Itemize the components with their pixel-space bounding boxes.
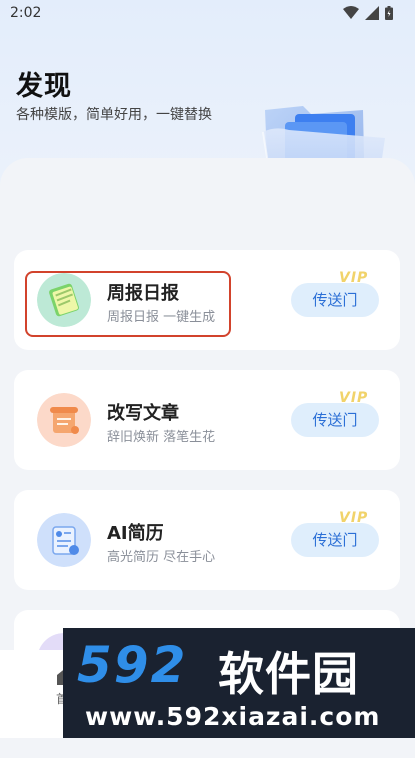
card-description: 辞旧焕新 落笔生花 (107, 430, 216, 445)
card-description: 高光简历 尽在手心 (107, 550, 216, 565)
resume-icon (37, 513, 91, 567)
portal-button[interactable]: 传送门 (291, 283, 379, 317)
card-ai-resume[interactable]: AI简历 高光简历 尽在手心 VIP 传送门 (14, 490, 400, 590)
watermark-number: 592 (77, 636, 188, 694)
card-rewrite-article[interactable]: 改写文章 辞旧焕新 落笔生花 VIP 传送门 (14, 370, 400, 470)
status-bar: 2:02 (0, 0, 415, 28)
page-title: 发现 (16, 71, 72, 102)
scroll-icon (37, 393, 91, 447)
page-subtitle: 各种模版，简单好用，一键替换 (16, 107, 212, 123)
signal-icon (365, 6, 379, 20)
highlight-box (25, 271, 231, 337)
battery-icon (385, 6, 393, 20)
wifi-icon (343, 6, 359, 19)
site-watermark: 592 软件园 www.592xiazai.com (63, 628, 415, 738)
card-title: 改写文章 (107, 403, 179, 424)
status-time: 2:02 (10, 5, 42, 21)
status-icons (343, 6, 393, 20)
portal-button[interactable]: 传送门 (291, 403, 379, 437)
card-title: AI简历 (107, 523, 164, 544)
portal-button[interactable]: 传送门 (291, 523, 379, 557)
watermark-text: 软件园 (218, 647, 359, 701)
watermark-url: www.592xiazai.com (85, 702, 381, 731)
